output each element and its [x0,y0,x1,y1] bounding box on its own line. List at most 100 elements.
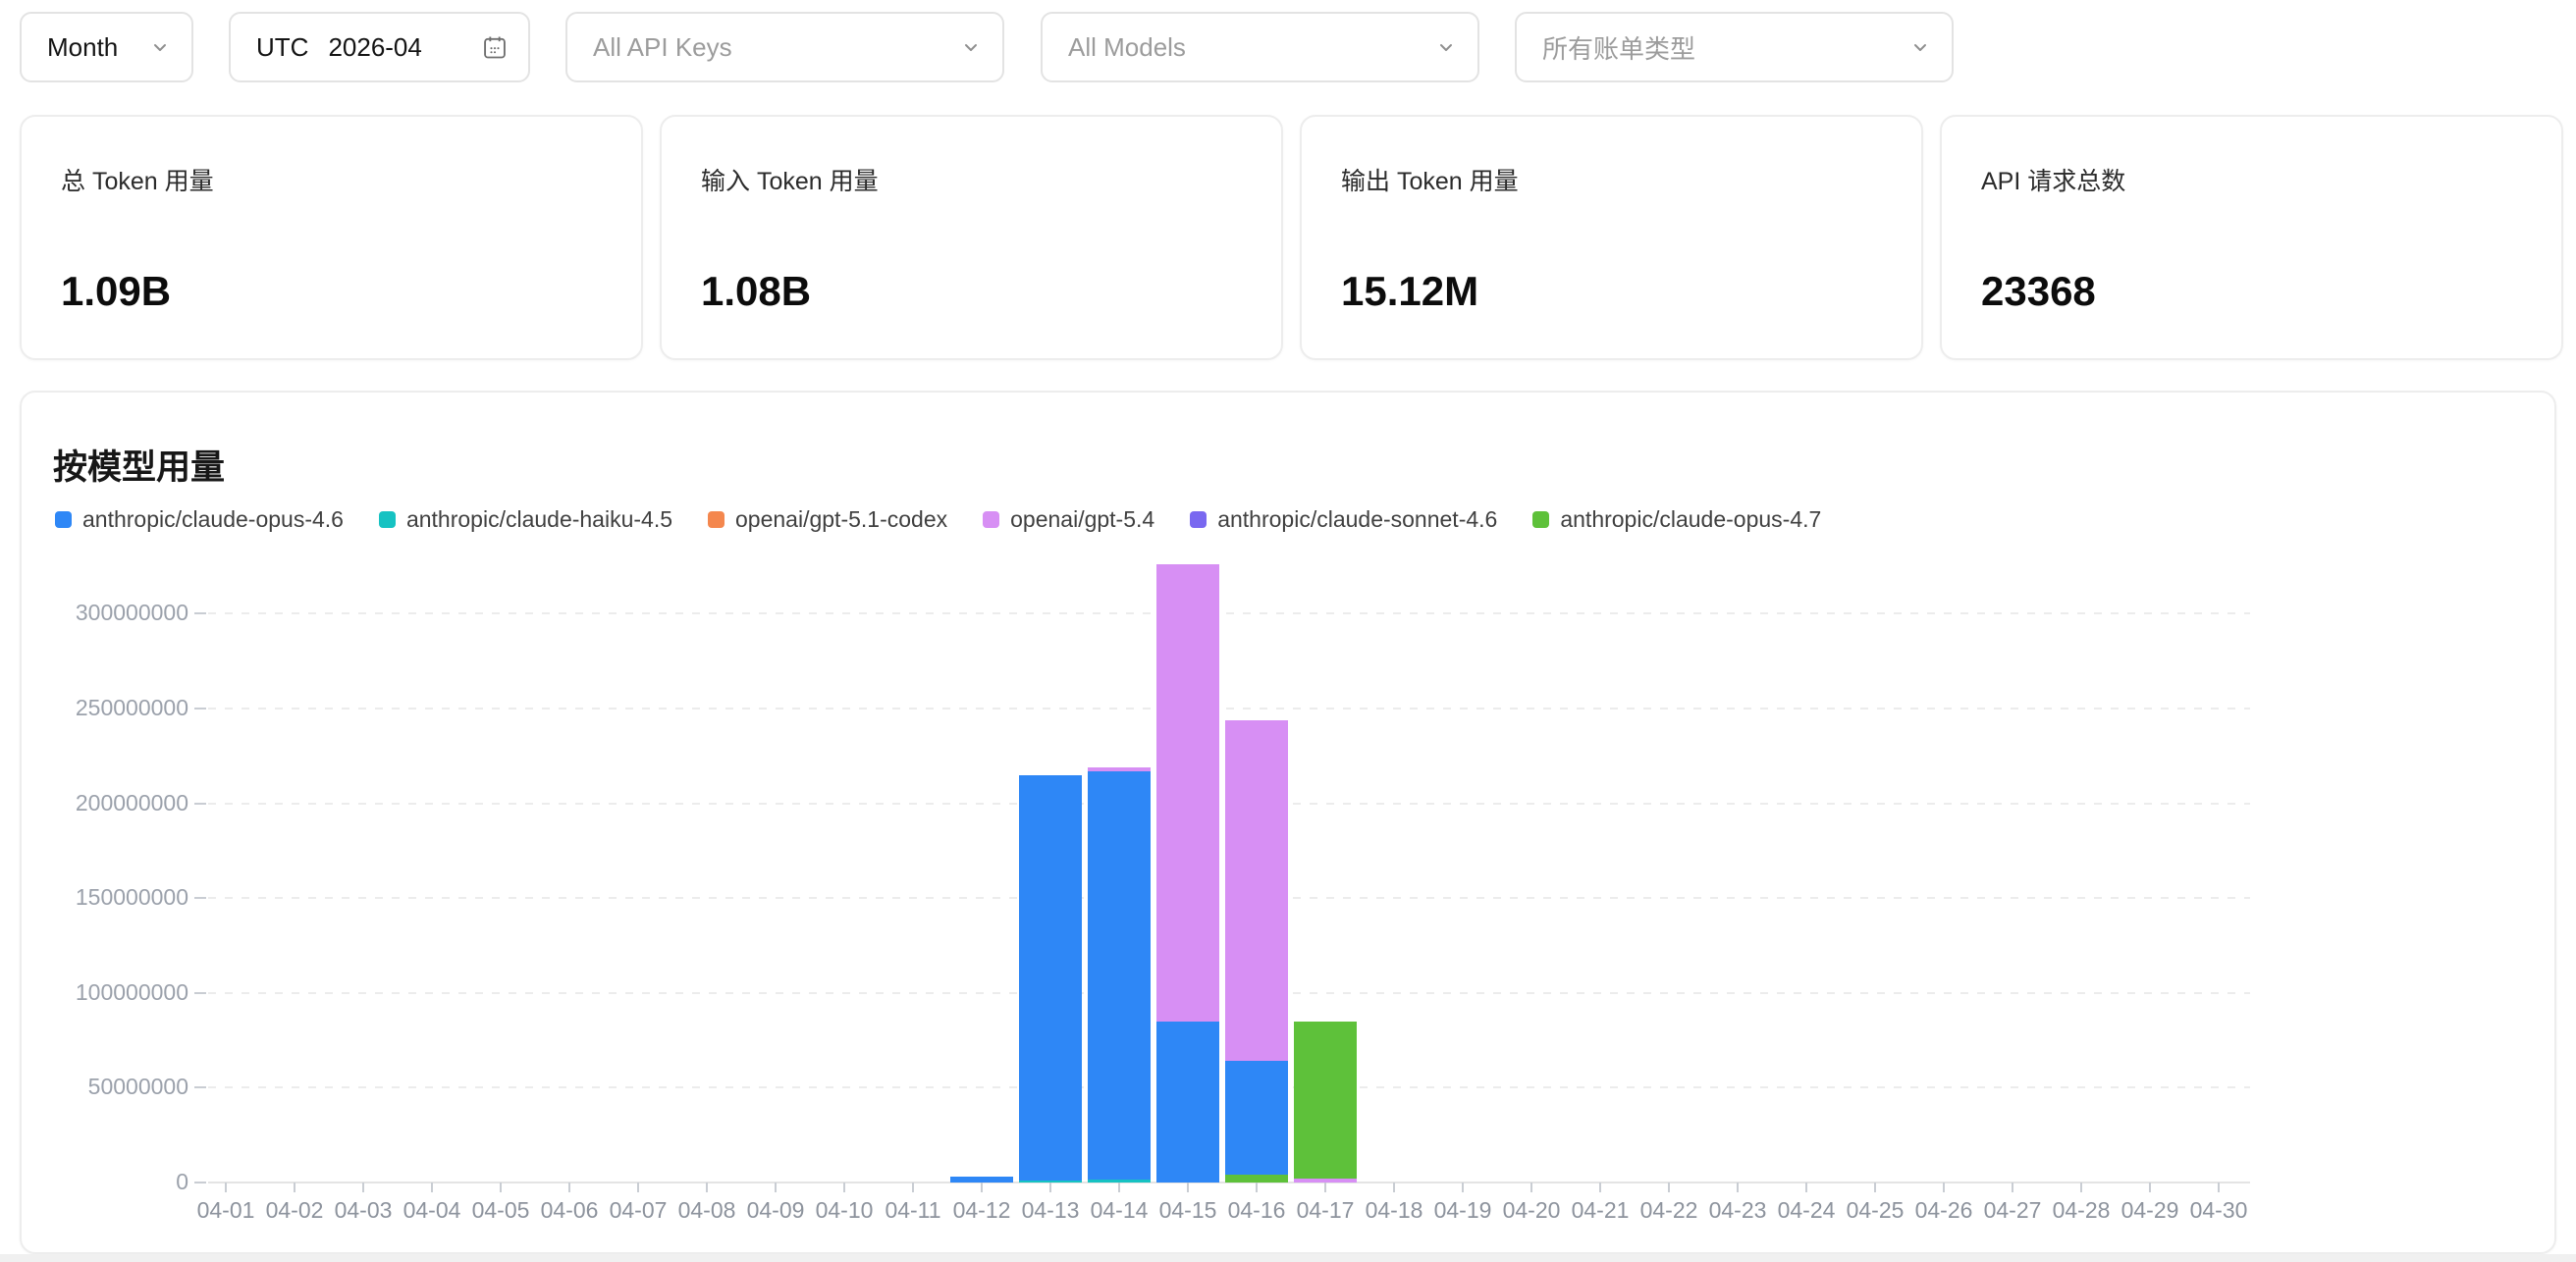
bar-segment[interactable] [1156,1021,1219,1183]
x-axis-label: 04-13 [1021,1197,1080,1223]
legend-label: anthropic/claude-opus-4.6 [82,506,344,532]
bar-segment[interactable] [1019,1181,1082,1183]
stat-card-output-tokens: 输出 Token 用量 15.12M [1300,115,1923,360]
bar-segment[interactable] [950,1177,1013,1183]
stat-value: 1.08B [701,268,812,314]
calendar-icon [484,36,506,59]
x-axis-label: 04-03 [334,1197,393,1223]
bar-segment[interactable] [1294,1021,1357,1180]
legend-item[interactable]: openai/gpt-5.1-codex [708,506,947,533]
x-axis-tick [225,1183,227,1192]
x-axis-label: 04-08 [677,1197,736,1223]
bar-segment[interactable] [1088,766,1151,771]
x-axis-label: 04-26 [1914,1197,1973,1223]
y-axis-label: 250000000 [75,695,188,720]
stat-label: 总 Token 用量 [61,168,214,195]
y-axis-tick [194,612,206,615]
x-axis-label: 04-09 [746,1197,805,1223]
x-axis-tick [2080,1183,2082,1192]
x-axis-label: 04-18 [1365,1197,1423,1223]
x-axis-label: 04-01 [196,1197,255,1223]
gridline [208,612,2250,615]
x-axis-label: 04-15 [1158,1197,1217,1223]
x-axis-label: 04-21 [1571,1197,1630,1223]
x-axis-label: 04-30 [2189,1197,2248,1223]
y-axis-tick [194,1086,206,1089]
bar-segment[interactable] [1156,564,1219,1022]
x-axis-label: 04-17 [1296,1197,1355,1223]
y-axis-label: 50000000 [87,1074,188,1100]
date-range-picker[interactable]: UTC 2026-04 [229,12,530,82]
x-axis-tick [1187,1183,1189,1192]
bar-segment[interactable] [1088,770,1151,1181]
x-axis-tick [1874,1183,1876,1192]
legend-item[interactable]: anthropic/claude-opus-4.7 [1532,506,1821,533]
x-axis-label: 04-24 [1777,1197,1836,1223]
x-axis-tick [294,1183,295,1192]
x-axis-tick [2149,1183,2151,1192]
x-axis-tick [568,1183,570,1192]
chevron-down-icon [1914,44,1926,51]
legend-swatch-icon [378,511,396,528]
legend-label: anthropic/claude-haiku-4.5 [405,506,673,532]
y-axis-tick [194,991,206,994]
x-axis-label: 04-06 [540,1197,599,1223]
chart-legend: anthropic/claude-opus-4.6 anthropic/claud… [55,506,1821,533]
stat-value: 15.12M [1341,268,1479,314]
x-axis-tick [2218,1183,2220,1192]
stat-card-input-tokens: 输入 Token 用量 1.08B [660,115,1283,360]
x-axis-label: 04-07 [609,1197,668,1223]
bar-segment[interactable] [1225,719,1288,1062]
x-axis-tick [1737,1183,1739,1192]
granularity-value: Month [47,31,119,62]
x-axis-label: 04-05 [471,1197,530,1223]
y-axis-label: 150000000 [75,884,188,911]
granularity-select[interactable]: Month [20,12,193,82]
usage-by-model-chart-card: 按模型用量 anthropic/claude-opus-4.6 anthropic… [20,391,2556,1254]
bar-segment[interactable] [1019,774,1082,1181]
x-axis-tick [1943,1183,1945,1192]
x-axis-tick [1118,1183,1120,1192]
x-axis-label: 04-02 [265,1197,324,1223]
y-axis-label: 0 [176,1169,188,1194]
legend-swatch-icon [55,511,72,528]
x-axis-tick [500,1183,502,1192]
y-axis-label: 200000000 [75,789,188,815]
x-axis-tick [1393,1183,1395,1192]
x-axis-tick [1324,1183,1326,1192]
legend-swatch-icon [1190,511,1208,528]
models-select[interactable]: All Models [1041,12,1479,82]
timezone-label: UTC [256,31,309,62]
legend-item[interactable]: anthropic/claude-haiku-4.5 [378,506,673,533]
bar-segment[interactable] [1088,1180,1151,1183]
legend-item[interactable]: anthropic/claude-opus-4.6 [55,506,344,533]
x-axis-label: 04-28 [2052,1197,2111,1223]
chevron-down-icon [1440,44,1452,51]
legend-swatch-icon [708,511,725,528]
x-axis-tick [1256,1183,1258,1192]
stat-label: 输出 Token 用量 [1341,168,1519,195]
bar-segment[interactable] [1294,1179,1357,1183]
stat-label: 输入 Token 用量 [701,168,879,195]
billing-type-select[interactable]: 所有账单类型 [1515,12,1954,82]
date-value: 2026-04 [328,31,422,62]
chart-title: 按模型用量 [53,448,226,487]
x-axis-label: 04-16 [1227,1197,1286,1223]
legend-label: openai/gpt-5.1-codex [735,506,948,532]
x-axis-label: 04-20 [1502,1197,1561,1223]
stat-value: 23368 [1981,268,2096,314]
stat-label: API 请求总数 [1981,168,2126,195]
bar-segment[interactable] [1225,1175,1288,1183]
billing-type-placeholder: 所有账单类型 [1542,33,1696,64]
x-axis-label: 04-12 [952,1197,1011,1223]
api-keys-select[interactable]: All API Keys [565,12,1004,82]
page-background-strip [0,1254,2576,1262]
x-axis-tick [1668,1183,1670,1192]
x-axis-label: 04-04 [402,1197,461,1223]
y-axis-label: 100000000 [75,978,188,1005]
models-placeholder: All Models [1068,31,1186,62]
bar-segment[interactable] [1225,1061,1288,1176]
legend-item[interactable]: openai/gpt-5.4 [983,506,1154,533]
legend-item[interactable]: anthropic/claude-sonnet-4.6 [1190,506,1497,533]
x-axis-tick [912,1183,914,1192]
